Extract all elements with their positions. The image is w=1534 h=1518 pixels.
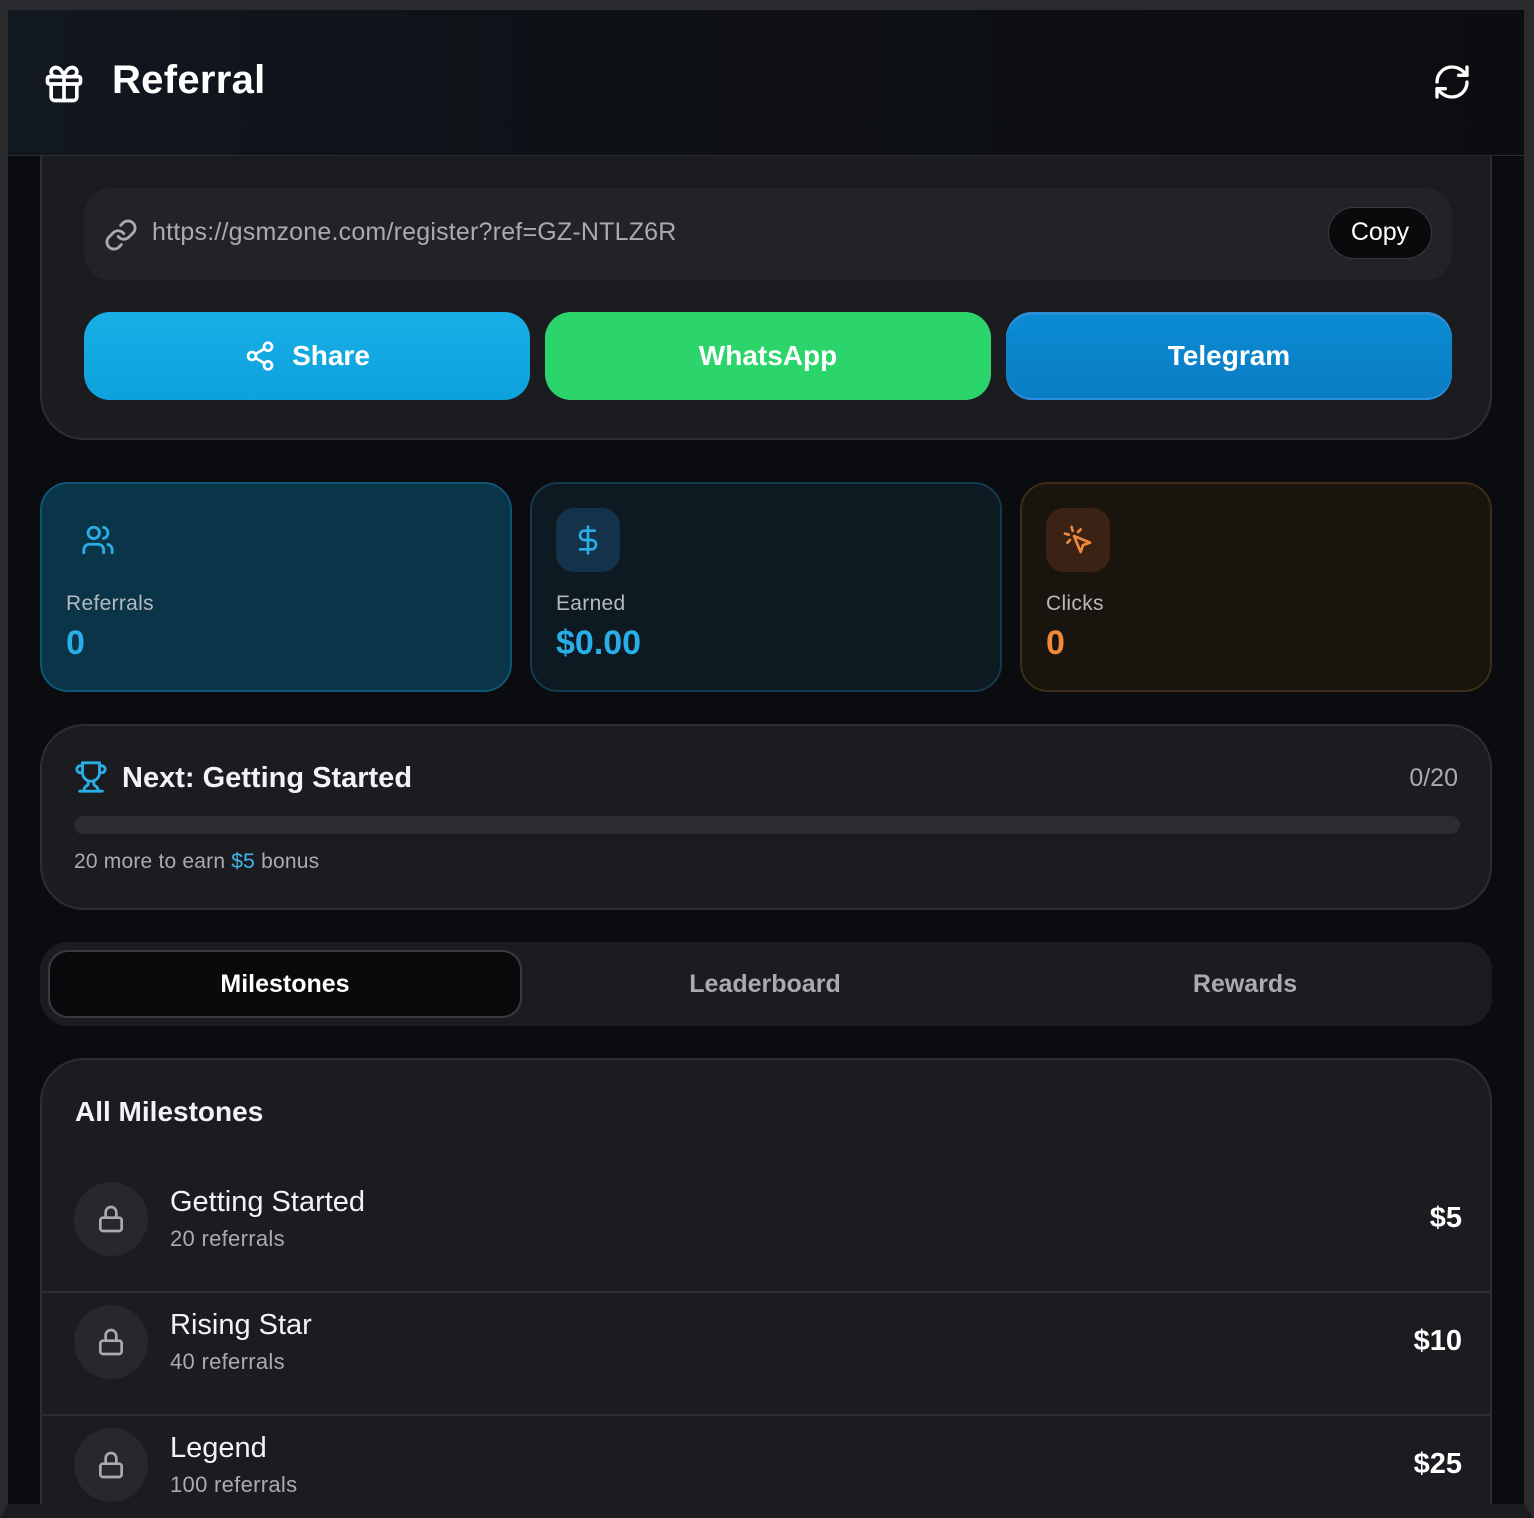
users-icon-box — [66, 508, 130, 572]
copy-button[interactable]: Copy — [1328, 207, 1432, 259]
milestone-reward: $5 — [1429, 1202, 1462, 1234]
telegram-button[interactable]: Telegram — [1006, 312, 1452, 400]
milestone-reward: $10 — [1413, 1325, 1462, 1357]
referral-link-box: https://gsmzone.com/register?ref=GZ-NTLZ… — [84, 188, 1452, 280]
stat-label: Earned — [556, 592, 626, 615]
next-milestone-title: Next: Getting Started — [122, 762, 413, 794]
whatsapp-button[interactable]: WhatsApp — [545, 312, 991, 400]
gift-icon — [45, 65, 83, 103]
share-button-label: Share — [292, 340, 370, 371]
lock-icon-circle — [74, 1182, 148, 1256]
tab-rewards[interactable]: Rewards — [1008, 950, 1482, 1018]
page-title: Referral — [112, 58, 266, 102]
milestone-requirement: 40 referrals — [170, 1349, 285, 1374]
stat-label: Clicks — [1046, 592, 1104, 615]
stat-card-referrals: Referrals 0 — [40, 482, 512, 692]
milestone-name: Getting Started — [170, 1186, 366, 1218]
milestones-title: All Milestones — [75, 1096, 264, 1127]
stat-label: Referrals — [66, 592, 154, 615]
share-icon — [246, 341, 274, 371]
dollar-icon-box — [556, 508, 620, 572]
refresh-icon[interactable] — [1432, 62, 1472, 102]
milestones-card: All Milestones Getting Started 20 referr… — [40, 1058, 1492, 1504]
header: Referral — [8, 10, 1524, 156]
milestone-requirement: 20 referrals — [170, 1226, 285, 1251]
note-amount: $5 — [231, 850, 256, 873]
stat-value: 0 — [1046, 624, 1065, 662]
tab-bar: Milestones Leaderboard Rewards — [40, 942, 1492, 1026]
link-icon — [105, 219, 137, 251]
stat-value: 0 — [66, 624, 85, 662]
lock-icon-circle — [74, 1428, 148, 1502]
users-icon — [82, 525, 114, 555]
cursor-click-icon — [1063, 525, 1092, 554]
scroll-content[interactable]: https://gsmzone.com/register?ref=GZ-NTLZ… — [8, 156, 1524, 1504]
lock-icon — [99, 1328, 123, 1356]
stat-card-earned: Earned $0.00 — [530, 482, 1002, 692]
milestone-name: Rising Star — [170, 1309, 312, 1341]
milestone-name: Legend — [170, 1432, 267, 1464]
milestone-row: Getting Started 20 referrals $5 — [42, 1170, 1490, 1293]
milestone-row: Legend 100 referrals $25 — [42, 1416, 1490, 1504]
milestone-row: Rising Star 40 referrals $10 — [42, 1293, 1490, 1416]
app-window: Referral https://gsmzone.com/register?re… — [0, 0, 1534, 1518]
note-prefix: 20 more to earn — [74, 850, 232, 873]
cursor-click-icon-box — [1046, 508, 1110, 572]
whatsapp-button-label: WhatsApp — [698, 340, 838, 371]
next-milestone-card: Next: Getting Started 0/20 20 more to ea… — [40, 724, 1492, 910]
trophy-icon — [75, 761, 107, 793]
note-suffix: bonus — [255, 850, 320, 873]
share-button-row: Share WhatsApp Telegram — [84, 312, 1452, 400]
referral-link-text[interactable]: https://gsmzone.com/register?ref=GZ-NTLZ… — [152, 218, 677, 247]
lock-icon-circle — [74, 1305, 148, 1379]
stat-value: $0.00 — [556, 624, 642, 662]
telegram-button-label: Telegram — [1167, 340, 1291, 371]
tab-milestones[interactable]: Milestones — [48, 950, 522, 1018]
lock-icon — [99, 1451, 123, 1479]
next-milestone-note: 20 more to earn $5 bonus — [74, 850, 319, 874]
milestone-reward: $25 — [1413, 1448, 1462, 1480]
share-button[interactable]: Share — [84, 312, 530, 400]
tab-leaderboard[interactable]: Leaderboard — [528, 950, 1002, 1018]
dollar-icon — [578, 525, 598, 555]
milestone-requirement: 100 referrals — [170, 1472, 298, 1497]
milestone-progress-bar — [74, 816, 1460, 834]
lock-icon — [99, 1205, 123, 1233]
stat-card-clicks: Clicks 0 — [1020, 482, 1492, 692]
next-milestone-count: 0/20 — [1409, 764, 1458, 792]
share-card: https://gsmzone.com/register?ref=GZ-NTLZ… — [40, 156, 1492, 440]
